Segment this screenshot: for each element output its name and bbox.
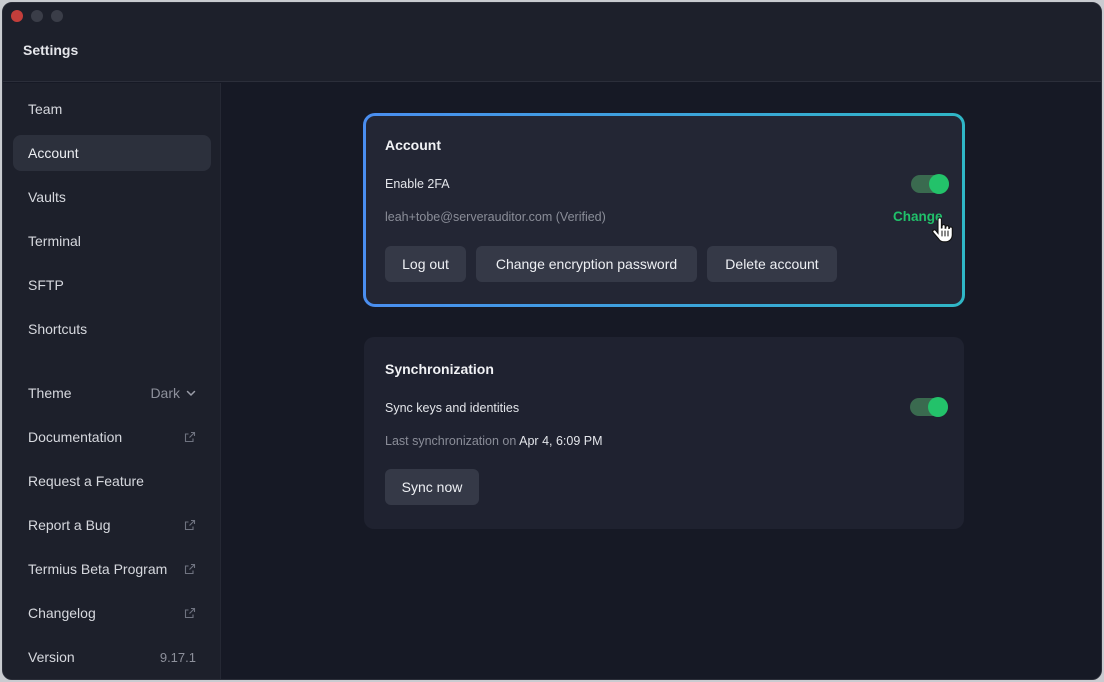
settings-window: Settings Team Account Vaults Terminal SF… bbox=[2, 2, 1102, 680]
last-sync-prefix: Last synchronization on bbox=[385, 434, 517, 448]
theme-label: Theme bbox=[28, 385, 72, 401]
external-link-icon bbox=[184, 607, 196, 619]
theme-selector[interactable]: Theme Dark bbox=[13, 375, 211, 411]
account-card: Account Enable 2FA leah+tobe@serveraudit… bbox=[366, 116, 962, 304]
version-value: 9.17.1 bbox=[159, 649, 196, 665]
synchronization-title: Synchronization bbox=[385, 361, 494, 377]
delete-account-button[interactable]: Delete account bbox=[707, 246, 837, 282]
sidebar-link-changelog[interactable]: Changelog bbox=[13, 595, 211, 631]
external-link-icon bbox=[184, 431, 196, 443]
window-controls bbox=[11, 10, 63, 22]
hand-cursor-icon bbox=[931, 217, 953, 243]
sidebar-item-label: Team bbox=[28, 101, 63, 117]
maximize-window-button[interactable] bbox=[51, 10, 63, 22]
change-encryption-password-button[interactable]: Change encryption password bbox=[476, 246, 697, 282]
sidebar-item-terminal[interactable]: Terminal bbox=[13, 223, 211, 259]
toggle-knob bbox=[929, 174, 949, 194]
sidebar-item-label: Account bbox=[28, 145, 79, 161]
sidebar-item-sftp[interactable]: SFTP bbox=[13, 267, 211, 303]
sidebar-item-label: SFTP bbox=[28, 277, 64, 293]
sync-now-button[interactable]: Sync now bbox=[385, 469, 479, 505]
sidebar-link-documentation[interactable]: Documentation bbox=[13, 419, 211, 455]
sidebar-link-label: Report a Bug bbox=[28, 517, 111, 533]
sidebar-item-label: Vaults bbox=[28, 189, 66, 205]
main-content: Account Enable 2FA leah+tobe@serveraudit… bbox=[222, 83, 1101, 679]
version-info: Version 9.17.1 bbox=[13, 639, 211, 675]
sidebar-item-vaults[interactable]: Vaults bbox=[13, 179, 211, 215]
sync-keys-label: Sync keys and identities bbox=[385, 401, 520, 415]
enable-2fa-toggle[interactable] bbox=[911, 174, 949, 194]
sidebar-link-label: Request a Feature bbox=[28, 473, 144, 489]
sidebar-link-label: Changelog bbox=[28, 605, 96, 621]
sidebar-link-label: Documentation bbox=[28, 429, 123, 445]
sidebar-item-team[interactable]: Team bbox=[13, 91, 211, 127]
external-link-icon bbox=[184, 563, 196, 575]
toggle-knob bbox=[928, 397, 948, 417]
close-window-button[interactable] bbox=[11, 10, 23, 22]
sidebar-item-label: Shortcuts bbox=[28, 321, 88, 337]
log-out-button[interactable]: Log out bbox=[385, 246, 466, 282]
sidebar-link-request-feature[interactable]: Request a Feature bbox=[13, 463, 211, 499]
sync-keys-toggle[interactable] bbox=[910, 397, 948, 417]
external-link-icon bbox=[184, 519, 196, 531]
sidebar-item-label: Terminal bbox=[28, 233, 81, 249]
sidebar-item-account[interactable]: Account bbox=[13, 135, 211, 171]
page-title: Settings bbox=[23, 42, 79, 58]
minimize-window-button[interactable] bbox=[31, 10, 43, 22]
sidebar: Team Account Vaults Terminal SFTP Shortc… bbox=[3, 83, 221, 679]
enable-2fa-label: Enable 2FA bbox=[385, 177, 450, 191]
sidebar-link-report-bug[interactable]: Report a Bug bbox=[13, 507, 211, 543]
chevron-down-icon bbox=[186, 388, 196, 398]
version-label: Version bbox=[28, 649, 75, 665]
sidebar-link-label: Termius Beta Program bbox=[28, 561, 168, 577]
synchronization-card: Synchronization Sync keys and identities… bbox=[364, 337, 964, 529]
sidebar-link-beta-program[interactable]: Termius Beta Program bbox=[13, 551, 211, 587]
account-email: leah+tobe@serverauditor.com (Verified) bbox=[385, 210, 606, 224]
last-sync-info: Last synchronization on Apr 4, 6:09 PM bbox=[385, 434, 603, 448]
last-sync-time: Apr 4, 6:09 PM bbox=[519, 434, 603, 448]
sidebar-item-shortcuts[interactable]: Shortcuts bbox=[13, 311, 211, 347]
account-card-title: Account bbox=[385, 137, 441, 153]
theme-value: Dark bbox=[150, 385, 180, 401]
title-bar: Settings bbox=[3, 3, 1101, 82]
